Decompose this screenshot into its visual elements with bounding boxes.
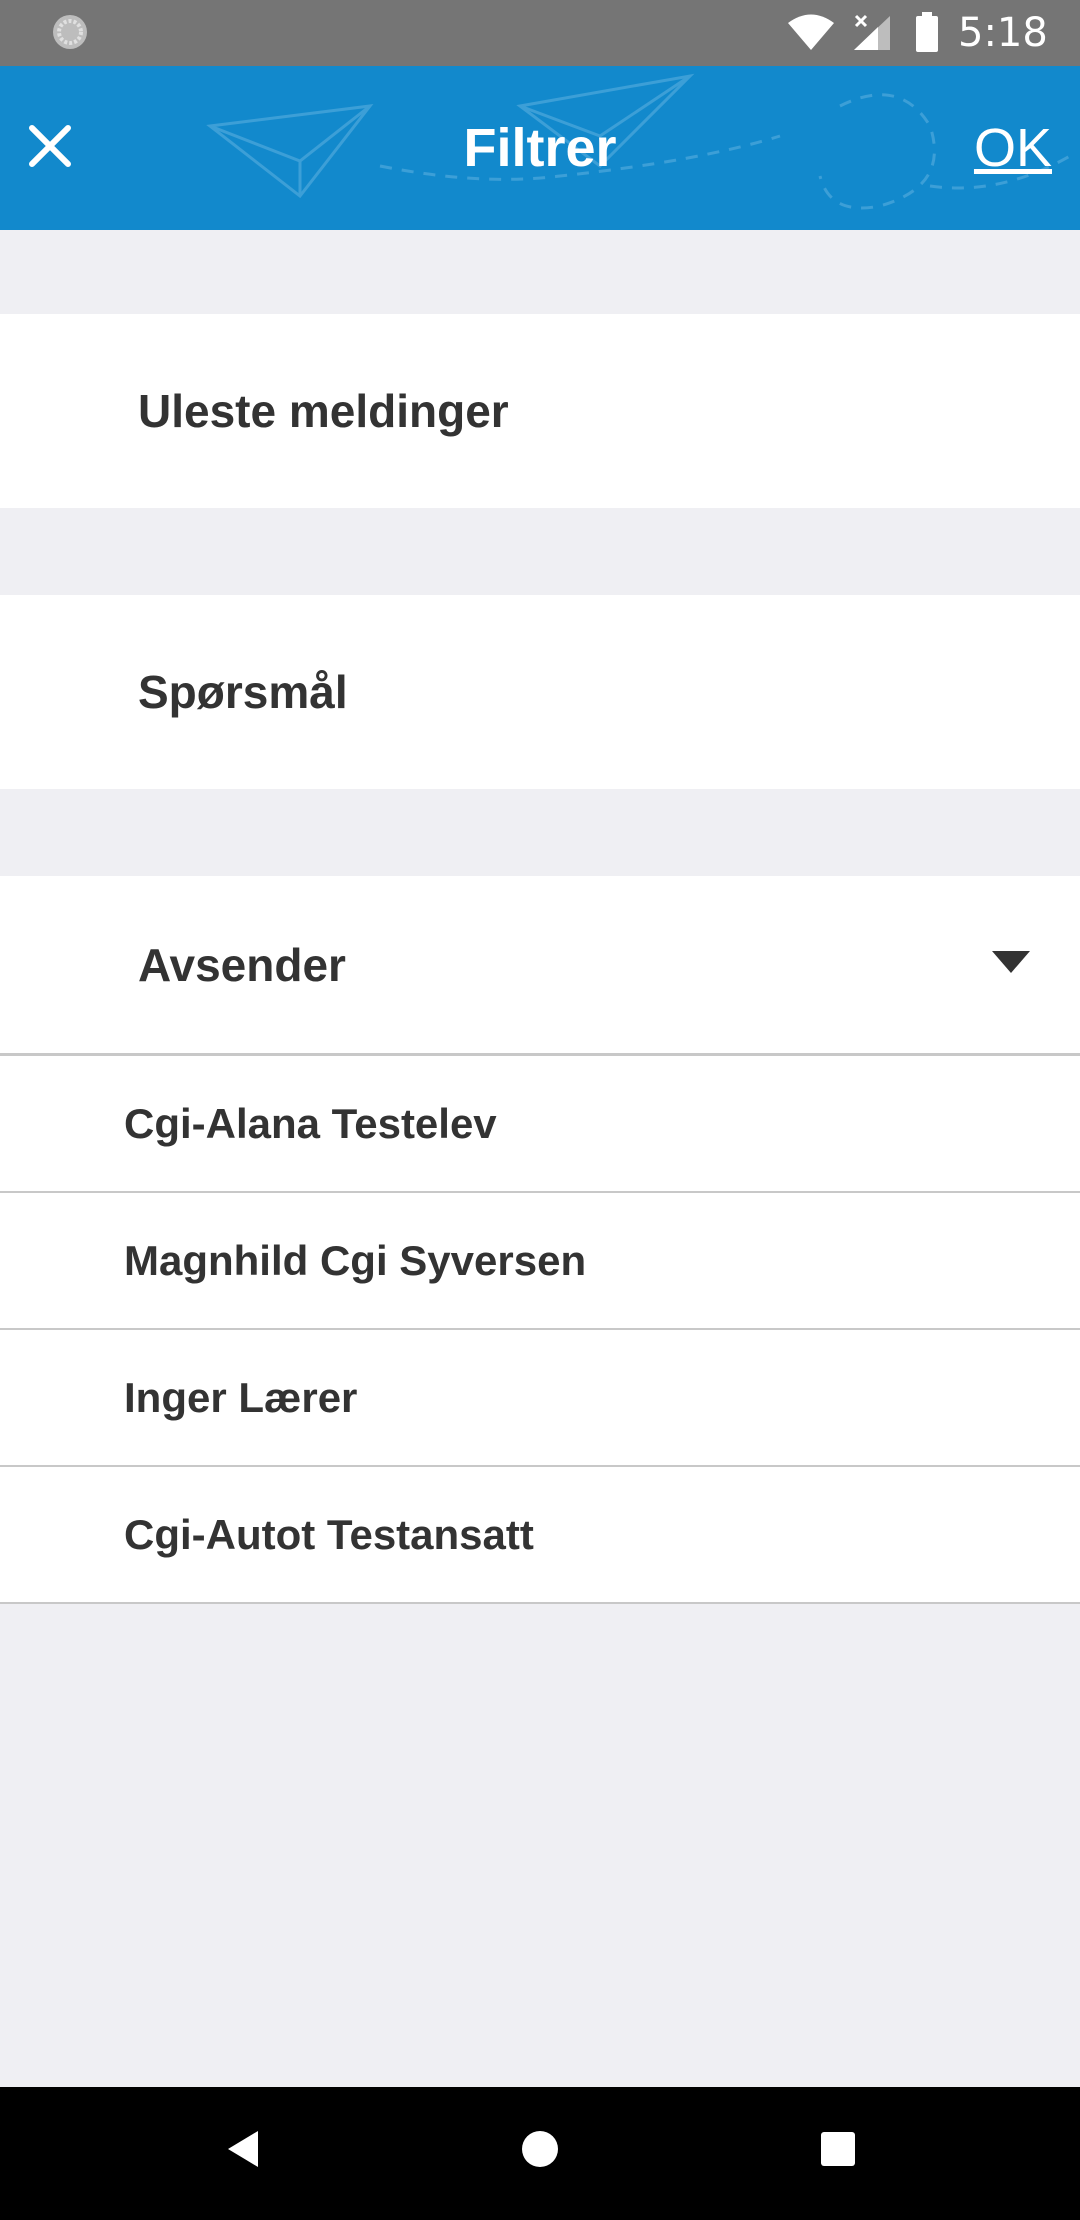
chevron-down-icon bbox=[992, 951, 1030, 973]
home-icon[interactable] bbox=[520, 2129, 560, 2169]
sync-icon bbox=[53, 15, 87, 49]
filter-sender-dropdown[interactable]: Avsender bbox=[0, 876, 1080, 1056]
system-navigation-bar bbox=[0, 2087, 1080, 2220]
sender-item[interactable]: Inger Lærer bbox=[0, 1330, 1080, 1467]
filter-label: Uleste meldinger bbox=[138, 385, 509, 437]
sender-name: Cgi-Autot Testansatt bbox=[124, 1510, 534, 1558]
sender-name: Cgi-Alana Testelev bbox=[124, 1099, 497, 1147]
signal-icon bbox=[854, 14, 890, 50]
recents-icon[interactable] bbox=[820, 2131, 856, 2167]
filter-label: Spørsmål bbox=[138, 666, 348, 718]
filter-unread-messages[interactable]: Uleste meldinger bbox=[0, 314, 1080, 508]
back-icon[interactable] bbox=[222, 2127, 262, 2171]
status-bar: 5:18 bbox=[0, 0, 1080, 66]
battery-icon bbox=[916, 12, 938, 52]
sender-list: Cgi-Alana Testelev Magnhild Cgi Syversen… bbox=[0, 1056, 1080, 1604]
page-title: Filtrer bbox=[463, 118, 617, 178]
sender-item[interactable]: Cgi-Alana Testelev bbox=[0, 1056, 1080, 1193]
app-header: Filtrer OK bbox=[0, 66, 1080, 230]
filter-questions[interactable]: Spørsmål bbox=[0, 595, 1080, 789]
wifi-icon bbox=[788, 14, 834, 50]
sender-name: Magnhild Cgi Syversen bbox=[124, 1236, 587, 1284]
clock: 5:18 bbox=[958, 10, 1048, 56]
sender-name: Inger Lærer bbox=[124, 1373, 358, 1421]
ok-button[interactable]: OK bbox=[974, 116, 1052, 180]
sender-item[interactable]: Magnhild Cgi Syversen bbox=[0, 1193, 1080, 1330]
filter-label: Avsender bbox=[138, 938, 346, 991]
sender-item[interactable]: Cgi-Autot Testansatt bbox=[0, 1467, 1080, 1604]
